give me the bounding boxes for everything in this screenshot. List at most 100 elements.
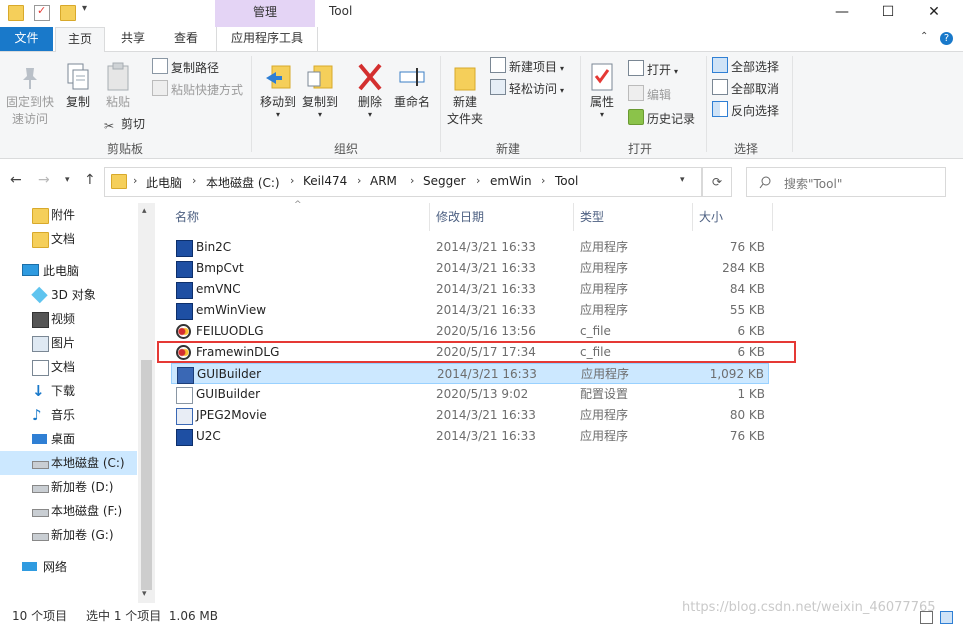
nav-item-documents-folder[interactable]: 文档 (0, 227, 137, 251)
group-divider (440, 56, 441, 152)
invert-selection-button[interactable]: 反向选择 (712, 101, 779, 121)
drive-icon (32, 533, 49, 541)
copy-to-button[interactable]: 复制到 ▾ (300, 62, 340, 119)
new-folder-button[interactable]: 新建 文件夹 (444, 62, 486, 128)
file-size: 76 KB (729, 429, 765, 443)
copy-button[interactable]: 复制 (60, 62, 96, 111)
address-bar[interactable]: › 此电脑 › 本地磁盘 (C:) › Keil474 › ARM › Segg… (104, 167, 702, 197)
ribbon-tabs: 文件 主页 共享 查看 应用程序工具 ⌃ ? (0, 27, 963, 52)
properties-button[interactable]: 属性 ▾ (586, 62, 618, 119)
cut-button[interactable]: ✂ 剪切 (104, 114, 145, 134)
breadcrumb-segger[interactable]: Segger (423, 174, 466, 188)
video-icon (32, 312, 49, 328)
column-header-size[interactable]: 大小 (693, 203, 773, 231)
file-name: BmpCvt (196, 261, 244, 275)
breadcrumb-drive-c[interactable]: 本地磁盘 (C:) (206, 174, 280, 191)
move-to-button[interactable]: 移动到 ▾ (258, 62, 298, 119)
breadcrumb-separator-icon: › (192, 174, 197, 187)
annotation-highlight-box (157, 341, 796, 363)
select-all-button[interactable]: 全部选择 (712, 57, 779, 77)
collapse-ribbon-icon[interactable]: ⌃ (920, 31, 928, 42)
open-button[interactable]: 打开 ▾ (628, 60, 678, 80)
up-arrow-icon[interactable]: ↑ (84, 172, 96, 188)
breadcrumb-separator-icon: › (410, 174, 415, 187)
tab-share[interactable]: 共享 (110, 27, 156, 51)
rename-button[interactable]: 重命名 (392, 62, 432, 111)
breadcrumb-this-pc[interactable]: 此电脑 (146, 174, 182, 191)
file-row[interactable]: emWinView 2014/3/21 16:33 应用程序 55 KB (171, 300, 769, 321)
file-name: JPEG2Movie (196, 408, 267, 422)
file-row[interactable]: emVNC 2014/3/21 16:33 应用程序 84 KB (171, 279, 769, 300)
nav-item-music[interactable]: ♪ 音乐 (0, 403, 137, 427)
nav-item-drive-d[interactable]: 新加卷 (D:) (0, 475, 137, 499)
file-row[interactable]: Bin2C 2014/3/21 16:33 应用程序 76 KB (171, 237, 769, 258)
back-arrow-icon[interactable]: ← (10, 172, 22, 188)
file-row[interactable]: GUIBuilder 2014/3/21 16:33 应用程序 1,092 KB (171, 363, 769, 384)
file-row[interactable]: JPEG2Movie 2014/3/21 16:33 应用程序 80 KB (171, 405, 769, 426)
file-row[interactable]: U2C 2014/3/21 16:33 应用程序 76 KB (171, 426, 769, 447)
column-header-date[interactable]: 修改日期 (430, 203, 574, 231)
new-item-label: 新建项目 (509, 60, 558, 74)
search-input[interactable]: 搜索"Tool" (746, 167, 946, 197)
pin-to-quick-access-button[interactable]: 固定到快 速访问 (4, 62, 56, 128)
scroll-down-icon[interactable]: ▾ (142, 589, 147, 599)
nav-item-downloads[interactable]: ↓ 下载 (0, 379, 137, 403)
column-header-type[interactable]: 类型 (574, 203, 693, 231)
emvnc-app-icon (176, 282, 193, 299)
properties-icon[interactable]: ✓ (34, 4, 50, 21)
nav-item-documents[interactable]: 文档 (0, 355, 137, 379)
breadcrumb-arm[interactable]: ARM (370, 174, 397, 188)
nav-item-this-pc[interactable]: 此电脑 (0, 259, 137, 283)
minimize-button[interactable]: — (819, 0, 865, 27)
copy-path-button[interactable]: 复制路径 (152, 58, 219, 78)
address-history-chevron-icon[interactable]: ▾ (680, 175, 685, 185)
c-file-icon (176, 324, 191, 339)
music-icon: ♪ (32, 406, 42, 424)
breadcrumb-tool[interactable]: Tool (555, 174, 578, 188)
u2c-app-icon (176, 429, 193, 446)
breadcrumb-keil474[interactable]: Keil474 (303, 174, 347, 188)
paste-button[interactable]: 粘贴 (100, 62, 136, 111)
nav-item-videos[interactable]: 视频 (0, 307, 137, 331)
new-folder-icon[interactable] (60, 5, 76, 21)
new-item-button[interactable]: 新建项目 ▾ (490, 57, 564, 77)
tab-application-tools[interactable]: 应用程序工具 (216, 27, 318, 51)
nav-item-3d-objects[interactable]: 3D 对象 (0, 283, 137, 307)
forward-arrow-icon[interactable]: → (38, 172, 50, 188)
easy-access-button[interactable]: 轻松访问 ▾ (490, 79, 564, 99)
refresh-icon[interactable]: ⟳ (702, 167, 732, 197)
manage-contextual-tab[interactable]: 管理 (215, 0, 315, 27)
tab-home[interactable]: 主页 (55, 27, 105, 52)
scroll-up-icon[interactable]: ▴ (142, 206, 147, 216)
open-icon (628, 60, 644, 76)
tab-file[interactable]: 文件 (0, 27, 53, 51)
nav-item-attachments[interactable]: 附件 (0, 203, 137, 227)
maximize-button[interactable]: ☐ (865, 0, 911, 27)
nav-item-label: 文档 (51, 232, 76, 246)
file-row[interactable]: FEILUODLG 2020/5/16 13:56 c_file 6 KB (171, 321, 769, 342)
large-icons-view-icon[interactable] (940, 611, 953, 624)
close-button[interactable]: ✕ (911, 0, 957, 27)
history-button[interactable]: 历史记录 (628, 109, 695, 129)
delete-x-icon (356, 62, 384, 92)
scrollbar-thumb[interactable] (141, 360, 152, 590)
edit-button[interactable]: 编辑 (628, 85, 671, 105)
nav-item-drive-c[interactable]: 本地磁盘 (C:) (0, 451, 137, 475)
help-icon[interactable]: ? (940, 32, 953, 45)
nav-item-network[interactable]: 网络 (0, 555, 137, 579)
select-none-button[interactable]: 全部取消 (712, 79, 779, 99)
file-type: 应用程序 (580, 282, 629, 296)
nav-item-desktop[interactable]: 桌面 (0, 427, 137, 451)
paste-shortcut-button[interactable]: 粘贴快捷方式 (152, 80, 243, 100)
file-row[interactable]: GUIBuilder 2020/5/13 9:02 配置设置 1 KB (171, 384, 769, 405)
nav-item-pictures[interactable]: 图片 (0, 331, 137, 355)
nav-item-drive-f[interactable]: 本地磁盘 (F:) (0, 499, 137, 523)
delete-button[interactable]: 删除 ▾ (350, 62, 390, 119)
file-row[interactable]: BmpCvt 2014/3/21 16:33 应用程序 284 KB (171, 258, 769, 279)
customize-quick-access-icon[interactable]: ▾ (82, 3, 87, 14)
breadcrumb-emwin[interactable]: emWin (490, 174, 532, 188)
nav-item-drive-g[interactable]: 新加卷 (G:) (0, 523, 137, 547)
tab-view[interactable]: 查看 (163, 27, 209, 51)
recent-locations-chevron-icon[interactable]: ▾ (65, 175, 70, 185)
column-header-name[interactable]: 名称 (169, 203, 430, 231)
